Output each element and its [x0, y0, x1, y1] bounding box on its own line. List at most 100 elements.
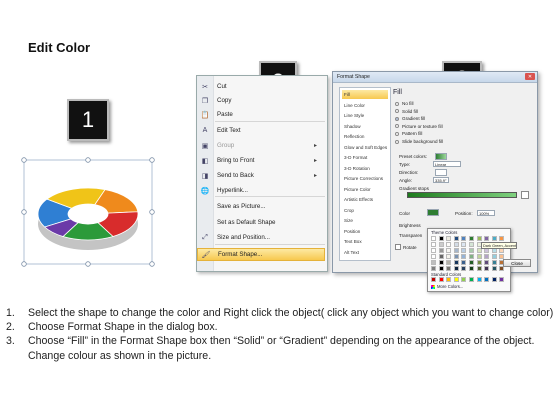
sidebar-item-fill[interactable]: Fill — [342, 90, 388, 99]
more-colors-item[interactable]: More Colors... — [431, 284, 463, 289]
sidebar-item-3-d-rotation[interactable]: 3-D Rotation — [342, 164, 388, 173]
standard-color-swatch[interactable] — [469, 277, 474, 282]
theme-color-swatch[interactable] — [438, 242, 444, 247]
rotate-checkbox[interactable]: Rotate — [395, 244, 417, 250]
theme-color-swatch[interactable] — [469, 260, 474, 265]
theme-color-swatch[interactable] — [446, 260, 452, 265]
theme-color-swatch[interactable] — [476, 266, 482, 271]
theme-color-swatch[interactable] — [431, 242, 436, 247]
theme-color-swatch[interactable] — [438, 254, 444, 259]
standard-color-swatch[interactable] — [446, 277, 452, 282]
fill-option-no-fill[interactable]: No fill — [395, 101, 414, 106]
theme-color-swatch[interactable] — [491, 266, 497, 271]
fill-option-pattern-fill[interactable]: Pattern fill — [395, 131, 422, 136]
sidebar-item-position[interactable]: Position — [342, 227, 388, 236]
theme-color-swatch[interactable] — [461, 236, 467, 241]
sidebar-item-line-style[interactable]: Line Style — [342, 111, 388, 120]
fill-option-gradient-fill[interactable]: Gradient fill — [395, 116, 425, 121]
type-select[interactable]: Linear — [433, 161, 461, 167]
sidebar-item-3-d-format[interactable]: 3-D Format — [342, 153, 388, 162]
direction-button[interactable] — [435, 169, 447, 176]
menu-item-size-and-position[interactable]: ⤢ Size and Position... — [197, 231, 325, 244]
menu-item-paste[interactable]: 📋 Paste — [197, 108, 325, 121]
sidebar-item-line-color[interactable]: Line Color — [342, 101, 388, 110]
theme-color-swatch[interactable] — [476, 254, 482, 259]
theme-color-swatch[interactable] — [446, 242, 452, 247]
dialog-close-button[interactable]: Close — [503, 259, 531, 267]
sidebar-item-alt-text[interactable]: Alt Text — [342, 248, 388, 257]
theme-color-swatch[interactable] — [453, 260, 459, 265]
menu-item-cut[interactable]: ✂ Cut — [197, 80, 325, 93]
theme-color-swatch[interactable] — [438, 236, 444, 241]
menu-item-save-as-picture[interactable]: Save as Picture... — [197, 200, 325, 213]
theme-color-swatch[interactable] — [453, 266, 459, 271]
position-input[interactable]: 100% — [477, 210, 495, 216]
standard-color-swatch[interactable] — [461, 277, 467, 282]
theme-color-swatch[interactable] — [431, 260, 436, 265]
theme-color-swatch[interactable] — [484, 254, 490, 259]
ring-shape[interactable] — [20, 156, 156, 268]
theme-color-swatch[interactable] — [476, 236, 482, 241]
fill-option-picture-or-texture-fill[interactable]: Picture or texture fill — [395, 124, 443, 129]
standard-color-swatch[interactable] — [476, 277, 482, 282]
theme-color-swatch[interactable] — [438, 266, 444, 271]
menu-item-send-to-back[interactable]: ◨ Send to Back ▸ — [197, 169, 325, 182]
theme-color-swatch[interactable] — [453, 254, 459, 259]
theme-color-swatch[interactable] — [499, 236, 505, 241]
theme-color-swatch[interactable] — [431, 254, 436, 259]
menu-item-group[interactable]: ▣ Group ▸ — [197, 139, 325, 152]
sidebar-item-picture-color[interactable]: Picture Color — [342, 185, 388, 194]
theme-color-swatch[interactable] — [469, 242, 474, 247]
sidebar-item-glow-and-soft-edges[interactable]: Glow and Soft Edges — [342, 143, 388, 152]
menu-item-set-as-default-shape[interactable]: Set as Default Shape — [197, 216, 325, 229]
angle-input[interactable]: 335.9° — [433, 177, 449, 183]
theme-color-swatch[interactable] — [484, 266, 490, 271]
theme-color-swatch[interactable] — [491, 260, 497, 265]
sidebar-item-picture-corrections[interactable]: Picture Corrections — [342, 174, 388, 183]
theme-color-swatch[interactable] — [438, 248, 444, 253]
sidebar-item-shadow[interactable]: Shadow — [342, 122, 388, 131]
theme-color-swatch[interactable] — [431, 236, 436, 241]
theme-color-swatch[interactable] — [469, 266, 474, 271]
theme-color-swatch[interactable] — [461, 260, 467, 265]
theme-color-swatch[interactable] — [461, 248, 467, 253]
theme-color-swatch[interactable] — [453, 242, 459, 247]
standard-color-swatch[interactable] — [491, 277, 497, 282]
sidebar-item-size[interactable]: Size — [342, 216, 388, 225]
theme-color-swatch[interactable] — [453, 236, 459, 241]
sidebar-item-crop[interactable]: Crop — [342, 206, 388, 215]
theme-color-swatch[interactable] — [461, 266, 467, 271]
standard-color-swatch[interactable] — [431, 277, 436, 282]
gradient-stops-bar[interactable] — [407, 192, 517, 198]
fill-option-slide-background-fill[interactable]: Slide background fill — [395, 139, 443, 144]
theme-color-swatch[interactable] — [469, 254, 474, 259]
preset-colors-button[interactable] — [435, 153, 447, 160]
dialog-close-icon[interactable]: ✕ — [525, 73, 535, 80]
theme-color-swatch[interactable] — [446, 254, 452, 259]
theme-color-swatch[interactable] — [431, 248, 436, 253]
sidebar-item-artistic-effects[interactable]: Artistic Effects — [342, 195, 388, 204]
theme-color-swatch[interactable] — [461, 242, 467, 247]
menu-item-bring-to-front[interactable]: ◧ Bring to Front ▸ — [197, 154, 325, 167]
theme-color-swatch[interactable] — [446, 236, 452, 241]
standard-color-swatch[interactable] — [499, 277, 505, 282]
theme-color-swatch[interactable] — [491, 236, 497, 241]
theme-color-swatch[interactable] — [431, 266, 436, 271]
standard-color-swatch[interactable] — [453, 277, 459, 282]
theme-color-swatch[interactable] — [453, 248, 459, 253]
add-stop-button[interactable] — [521, 191, 529, 199]
fill-option-solid-fill[interactable]: Solid fill — [395, 109, 418, 114]
theme-color-swatch[interactable] — [484, 236, 490, 241]
theme-color-swatch[interactable] — [484, 260, 490, 265]
theme-color-swatch[interactable] — [491, 254, 497, 259]
menu-item-edit-text[interactable]: A Edit Text — [197, 124, 325, 137]
theme-color-swatch[interactable] — [438, 260, 444, 265]
standard-color-swatch[interactable] — [438, 277, 444, 282]
color-picker-button[interactable] — [427, 209, 439, 216]
theme-color-swatch[interactable] — [469, 248, 474, 253]
sidebar-item-text-box[interactable]: Text Box — [342, 237, 388, 246]
theme-color-swatch[interactable] — [461, 254, 467, 259]
menu-item-copy[interactable]: ❐ Copy — [197, 94, 325, 107]
sidebar-item-reflection[interactable]: Reflection — [342, 132, 388, 141]
theme-color-swatch[interactable] — [446, 248, 452, 253]
